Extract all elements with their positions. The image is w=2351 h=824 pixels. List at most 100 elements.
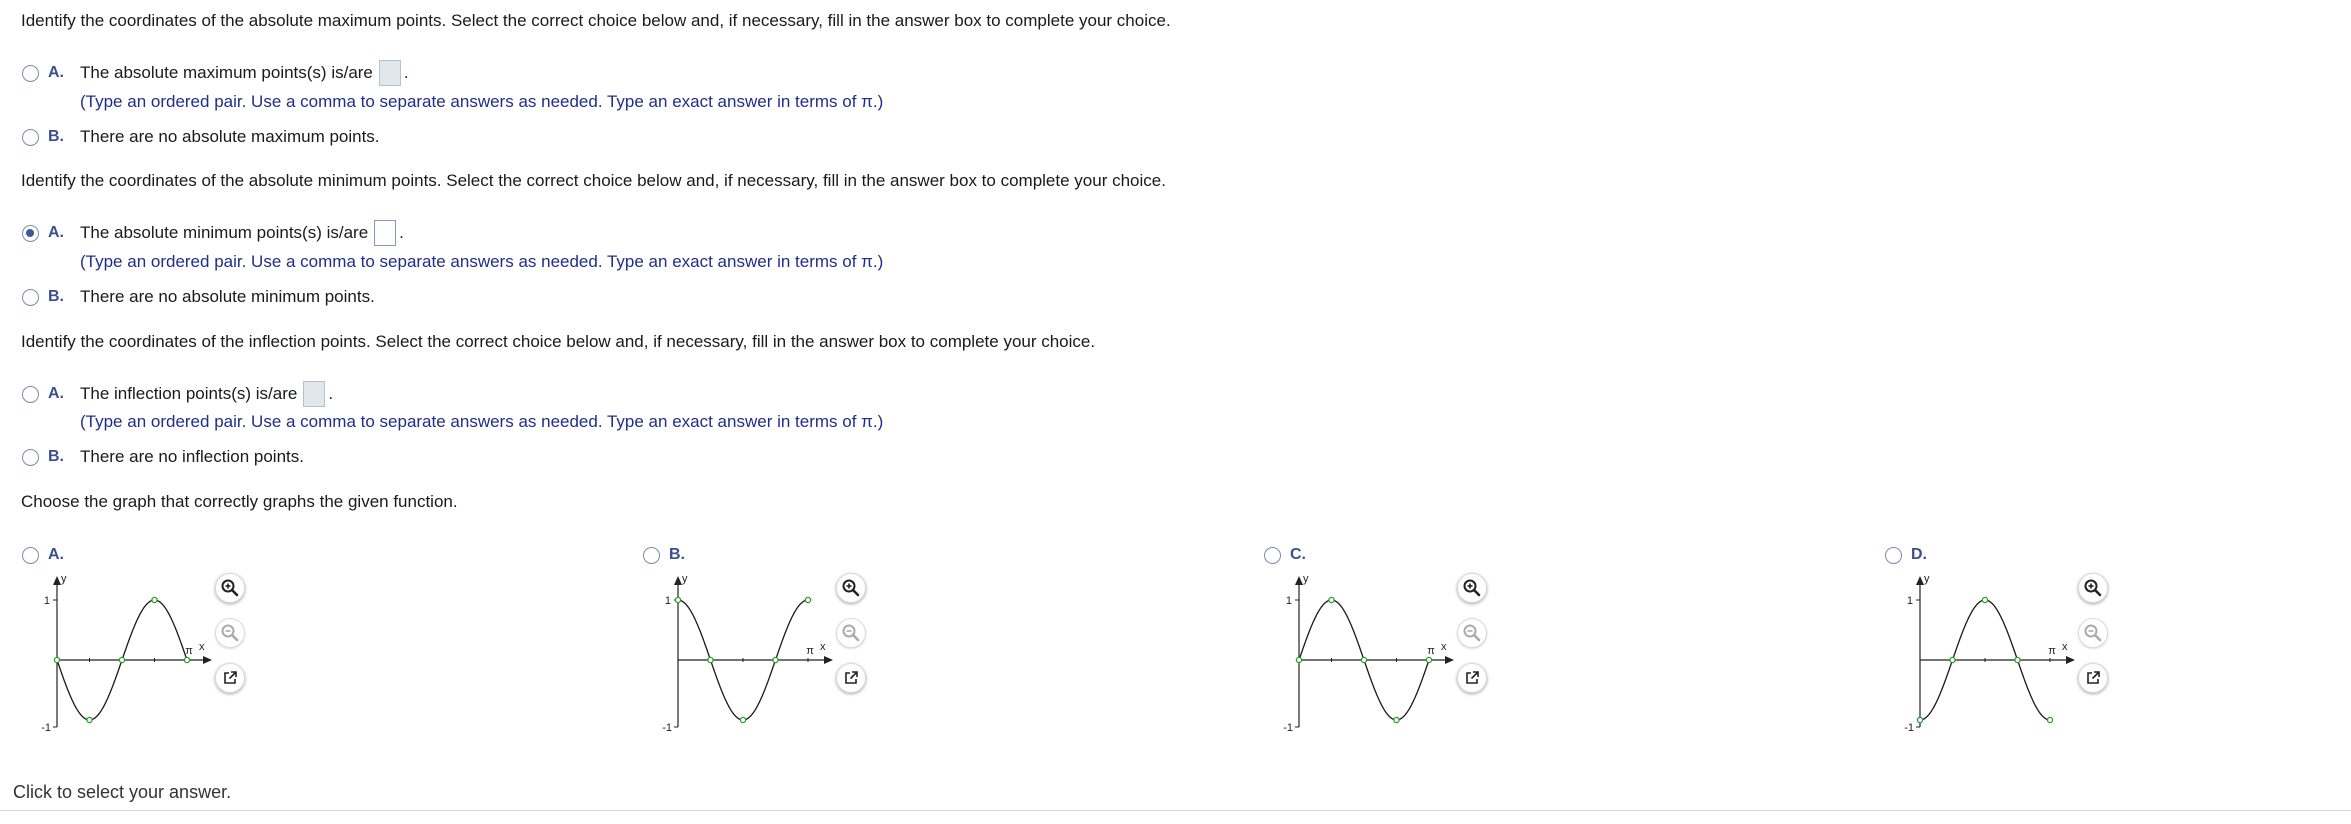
graph-question-prompt: Choose the graph that correctly graphs t… — [21, 492, 458, 511]
max-hint: (Type an ordered pair. Use a comma to se… — [80, 92, 884, 111]
x-axis-label: x — [199, 641, 205, 653]
key-point-3 — [1393, 716, 1400, 724]
open-new-window-icon — [2087, 671, 2100, 684]
max-option-b-radio[interactable] — [22, 128, 39, 146]
zoom-out-icon — [2084, 624, 2102, 642]
zoom-out-icon — [1463, 624, 1481, 642]
key-point-1 — [1949, 656, 1956, 664]
key-point-4 — [2046, 716, 2054, 724]
graph-option-d[interactable]: D. — [1885, 544, 1927, 566]
y-tick-label-top: 1 — [1286, 595, 1292, 607]
y-axis-arrow — [1295, 576, 1303, 585]
min-option-a[interactable]: A. The absolute minimum points(s) is/are… — [22, 220, 404, 246]
graph-option-c[interactable]: C. — [1264, 544, 1306, 566]
inflection-option-a-letter: A. — [48, 385, 64, 402]
key-point-3 — [151, 596, 158, 604]
x-axis-label: x — [1441, 641, 1447, 653]
min-option-a-text: The absolute minimum points(s) is/are — [80, 223, 369, 242]
max-question-prompt: Identify the coordinates of the absolute… — [21, 11, 1171, 30]
max-answer-box[interactable] — [378, 60, 401, 86]
graph-d-zoom-out-button[interactable] — [2078, 618, 2108, 648]
key-point-0 — [53, 656, 61, 664]
y-tick-label-bottom: -1 — [1904, 722, 1914, 734]
x-tick-label-pi: π — [185, 645, 193, 657]
min-option-b-radio[interactable] — [22, 288, 39, 306]
y-tick-label-bottom: -1 — [41, 722, 51, 734]
y-axis-label: y — [1303, 573, 1309, 585]
min-option-b[interactable]: B. There are no absolute minimum points. — [22, 286, 375, 308]
graph-b-zoom-in-button[interactable] — [836, 573, 866, 603]
max-option-b-letter: B. — [48, 128, 64, 145]
inflection-option-a-radio[interactable] — [22, 385, 39, 403]
graph-d[interactable]: 1 -1 y π x — [1900, 570, 2075, 734]
graph-c-popout-button[interactable] — [1457, 663, 1487, 693]
footer-instruction: Click to select your answer. — [13, 782, 232, 802]
inflection-option-b-radio[interactable] — [22, 448, 39, 466]
key-point-0 — [674, 596, 682, 604]
key-point-2 — [1981, 596, 1989, 604]
inflection-option-b[interactable]: B. There are no inflection points. — [22, 446, 304, 468]
x-tick-label-pi: π — [1427, 645, 1435, 657]
max-option-a[interactable]: A. The absolute maximum points(s) is/are… — [22, 60, 409, 86]
graph-a-zoom-in-button[interactable] — [215, 573, 245, 603]
zoom-in-icon — [1463, 579, 1481, 597]
graph-c-zoom-out-button[interactable] — [1457, 618, 1487, 648]
zoom-out-icon — [842, 624, 860, 642]
graph-b-zoom-out-button[interactable] — [836, 618, 866, 648]
max-option-a-radio[interactable] — [22, 64, 39, 82]
y-axis-label: y — [61, 573, 67, 585]
max-option-a-period: . — [403, 63, 409, 82]
y-tick-label-top: 1 — [44, 595, 50, 607]
inflection-option-b-text: There are no inflection points. — [80, 447, 304, 466]
footer-bar: Click to select your answer. — [0, 771, 2351, 811]
key-point-0 — [1916, 716, 1924, 724]
graph-a[interactable]: 1 -1 y π x — [37, 570, 212, 734]
key-point-2 — [1360, 656, 1368, 664]
graph-d-zoom-in-button[interactable] — [2078, 573, 2108, 603]
graph-d-popout-button[interactable] — [2078, 663, 2108, 693]
graph-d-plot: 1 -1 y π x — [1904, 573, 2075, 734]
y-tick-label-top: 1 — [1907, 595, 1913, 607]
x-axis-arrow — [824, 656, 833, 664]
max-option-a-text: The absolute maximum points(s) is/are — [80, 63, 373, 82]
graph-c-zoom-in-button[interactable] — [1457, 573, 1487, 603]
key-point-4 — [183, 656, 191, 664]
graph-c[interactable]: 1 -1 y π x — [1279, 570, 1454, 734]
y-tick-label-bottom: -1 — [662, 722, 672, 734]
graph-option-c-letter: C. — [1290, 546, 1306, 563]
y-tick-label-bottom: -1 — [1283, 722, 1293, 734]
graph-option-b-radio[interactable] — [643, 546, 660, 564]
inflection-hint: (Type an ordered pair. Use a comma to se… — [80, 412, 884, 431]
max-option-b-text: There are no absolute maximum points. — [80, 127, 380, 146]
graph-a-zoom-out-button[interactable] — [215, 618, 245, 648]
x-tick-label-pi: π — [2048, 645, 2056, 657]
graph-option-d-radio[interactable] — [1885, 546, 1902, 564]
min-option-a-radio[interactable] — [22, 224, 39, 242]
x-axis-arrow — [2066, 656, 2075, 664]
inflection-answer-box[interactable] — [303, 381, 326, 407]
graph-c-plot: 1 -1 y π x — [1283, 573, 1454, 734]
open-new-window-icon — [224, 671, 237, 684]
inflection-option-a[interactable]: A. The inflection points(s) is/are . — [22, 381, 333, 407]
y-axis-arrow — [674, 576, 682, 585]
min-option-a-letter: A. — [48, 224, 64, 241]
min-answer-box[interactable] — [374, 220, 397, 246]
x-tick-label-pi: π — [806, 645, 814, 657]
graph-option-a-radio[interactable] — [22, 546, 39, 564]
key-point-1 — [86, 716, 93, 724]
graph-option-b[interactable]: B. — [643, 544, 685, 566]
graph-option-c-radio[interactable] — [1264, 546, 1281, 564]
graph-option-a[interactable]: A. — [22, 544, 64, 566]
y-axis-arrow — [53, 576, 61, 585]
max-option-b[interactable]: B. There are no absolute maximum points. — [22, 126, 380, 148]
graph-option-b-letter: B. — [669, 546, 685, 563]
graph-b[interactable]: 1 -1 y π x — [658, 570, 833, 734]
key-point-4 — [804, 596, 812, 604]
max-option-a-letter: A. — [48, 64, 64, 81]
graph-b-popout-button[interactable] — [836, 663, 866, 693]
y-tick-label-top: 1 — [665, 595, 671, 607]
x-axis-arrow — [1445, 656, 1454, 664]
graph-a-popout-button[interactable] — [215, 663, 245, 693]
min-option-b-letter: B. — [48, 288, 64, 305]
inflection-question-prompt: Identify the coordinates of the inflecti… — [21, 332, 1096, 351]
